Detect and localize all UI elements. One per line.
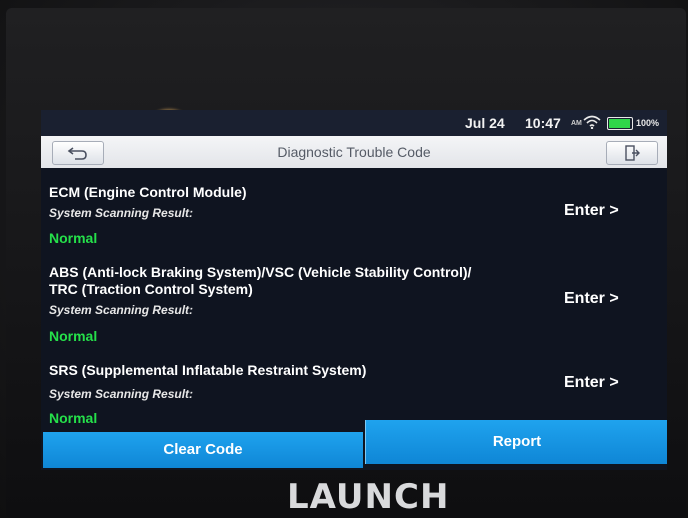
system-name: ECM (Engine Control Module) — [49, 184, 247, 200]
system-name: SRS (Supplemental Inflatable Restraint S… — [49, 362, 367, 378]
scan-result-label: System Scanning Result: — [49, 206, 194, 220]
enter-button[interactable]: Enter > — [564, 290, 619, 308]
list-item: SRS (Supplemental Inflatable Restraint S… — [41, 344, 667, 426]
system-name: ABS (Anti-lock Braking System)/VSC (Vehi… — [49, 264, 519, 298]
enter-button[interactable]: Enter > — [564, 202, 619, 220]
status-bar: Jul 24 10:47 AM 100% — [41, 110, 667, 136]
action-bar: Clear Code Report — [41, 420, 667, 470]
status-date: Jul 24 — [465, 115, 505, 131]
battery-percent: 100% — [636, 118, 660, 128]
exit-button[interactable] — [606, 141, 658, 165]
page-title: Diagnostic Trouble Code — [277, 144, 431, 160]
list-item: ECM (Engine Control Module) System Scann… — [41, 168, 667, 248]
status-time: 10:47 — [525, 115, 561, 131]
brand-logo: LAUNCH — [287, 477, 450, 517]
system-list: ECM (Engine Control Module) System Scann… — [41, 168, 667, 426]
clear-code-button[interactable]: Clear Code — [43, 432, 363, 468]
scan-status: Normal — [49, 230, 98, 246]
device-screen: Jul 24 10:47 AM 100% Diagnostic Trouble … — [41, 110, 667, 470]
scan-result-label: System Scanning Result: — [49, 387, 194, 401]
wifi-icon — [583, 115, 601, 132]
exit-door-icon — [625, 145, 640, 161]
scan-status: Normal — [49, 328, 98, 344]
title-bar: Diagnostic Trouble Code — [41, 136, 667, 168]
list-item: ABS (Anti-lock Braking System)/VSC (Vehi… — [41, 248, 667, 344]
system-name-line2: TRC (Traction Control System) — [49, 281, 253, 297]
system-name-line1: ABS (Anti-lock Braking System)/VSC (Vehi… — [49, 264, 472, 280]
device-photo: Jul 24 10:47 AM 100% Diagnostic Trouble … — [0, 0, 688, 518]
enter-button[interactable]: Enter > — [564, 374, 619, 392]
battery-fill — [609, 119, 630, 128]
report-button[interactable]: Report — [365, 420, 667, 464]
battery-icon — [607, 117, 633, 130]
scan-result-label: System Scanning Result: — [49, 303, 194, 317]
network-indicator: AM — [571, 120, 582, 127]
